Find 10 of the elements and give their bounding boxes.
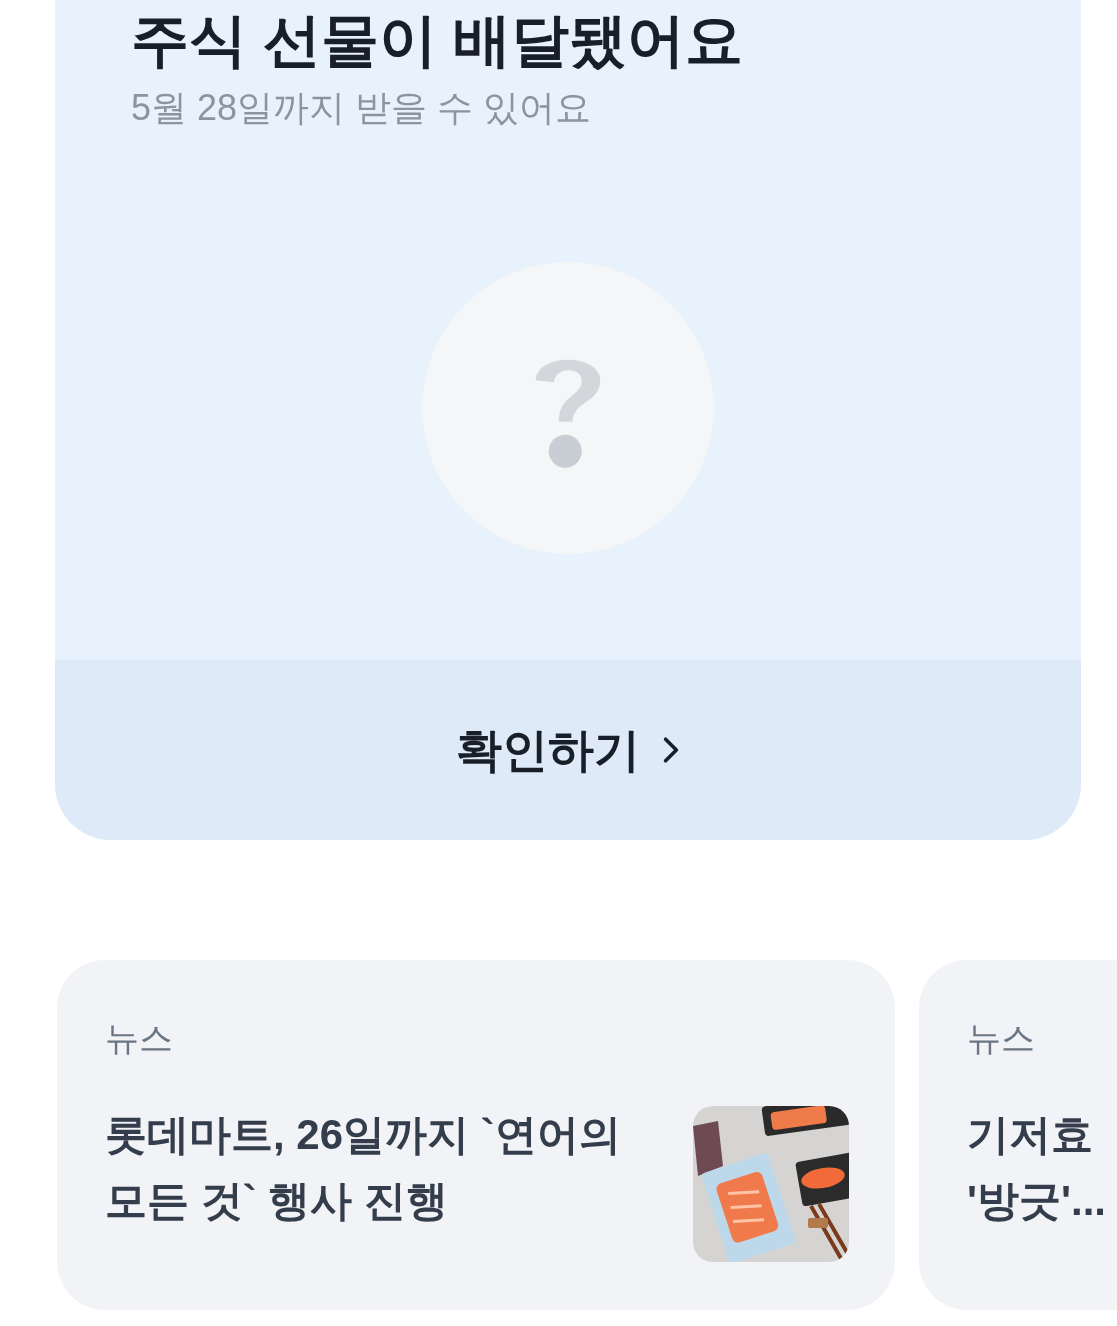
- chevron-right-icon: [662, 735, 680, 765]
- gift-deadline: 5월 28일까지 받을 수 있어요: [131, 86, 593, 130]
- news-category: 뉴스: [105, 1018, 174, 1059]
- news-card[interactable]: 뉴스 기저효 '방긋'...: [919, 960, 1117, 1310]
- news-category: 뉴스: [967, 1018, 1036, 1059]
- news-card[interactable]: 뉴스 롯데마트, 26일까지 `연어의 모든 것` 행사 진행: [57, 960, 895, 1310]
- gift-title: 주식 선물이 배달됐어요: [131, 6, 745, 74]
- confirm-button[interactable]: 확인하기: [55, 660, 1081, 840]
- news-headline: 롯데마트, 26일까지 `연어의 모든 것` 행사 진행: [105, 1110, 622, 1226]
- news-headline: 기저효 '방긋'...: [967, 1110, 1107, 1226]
